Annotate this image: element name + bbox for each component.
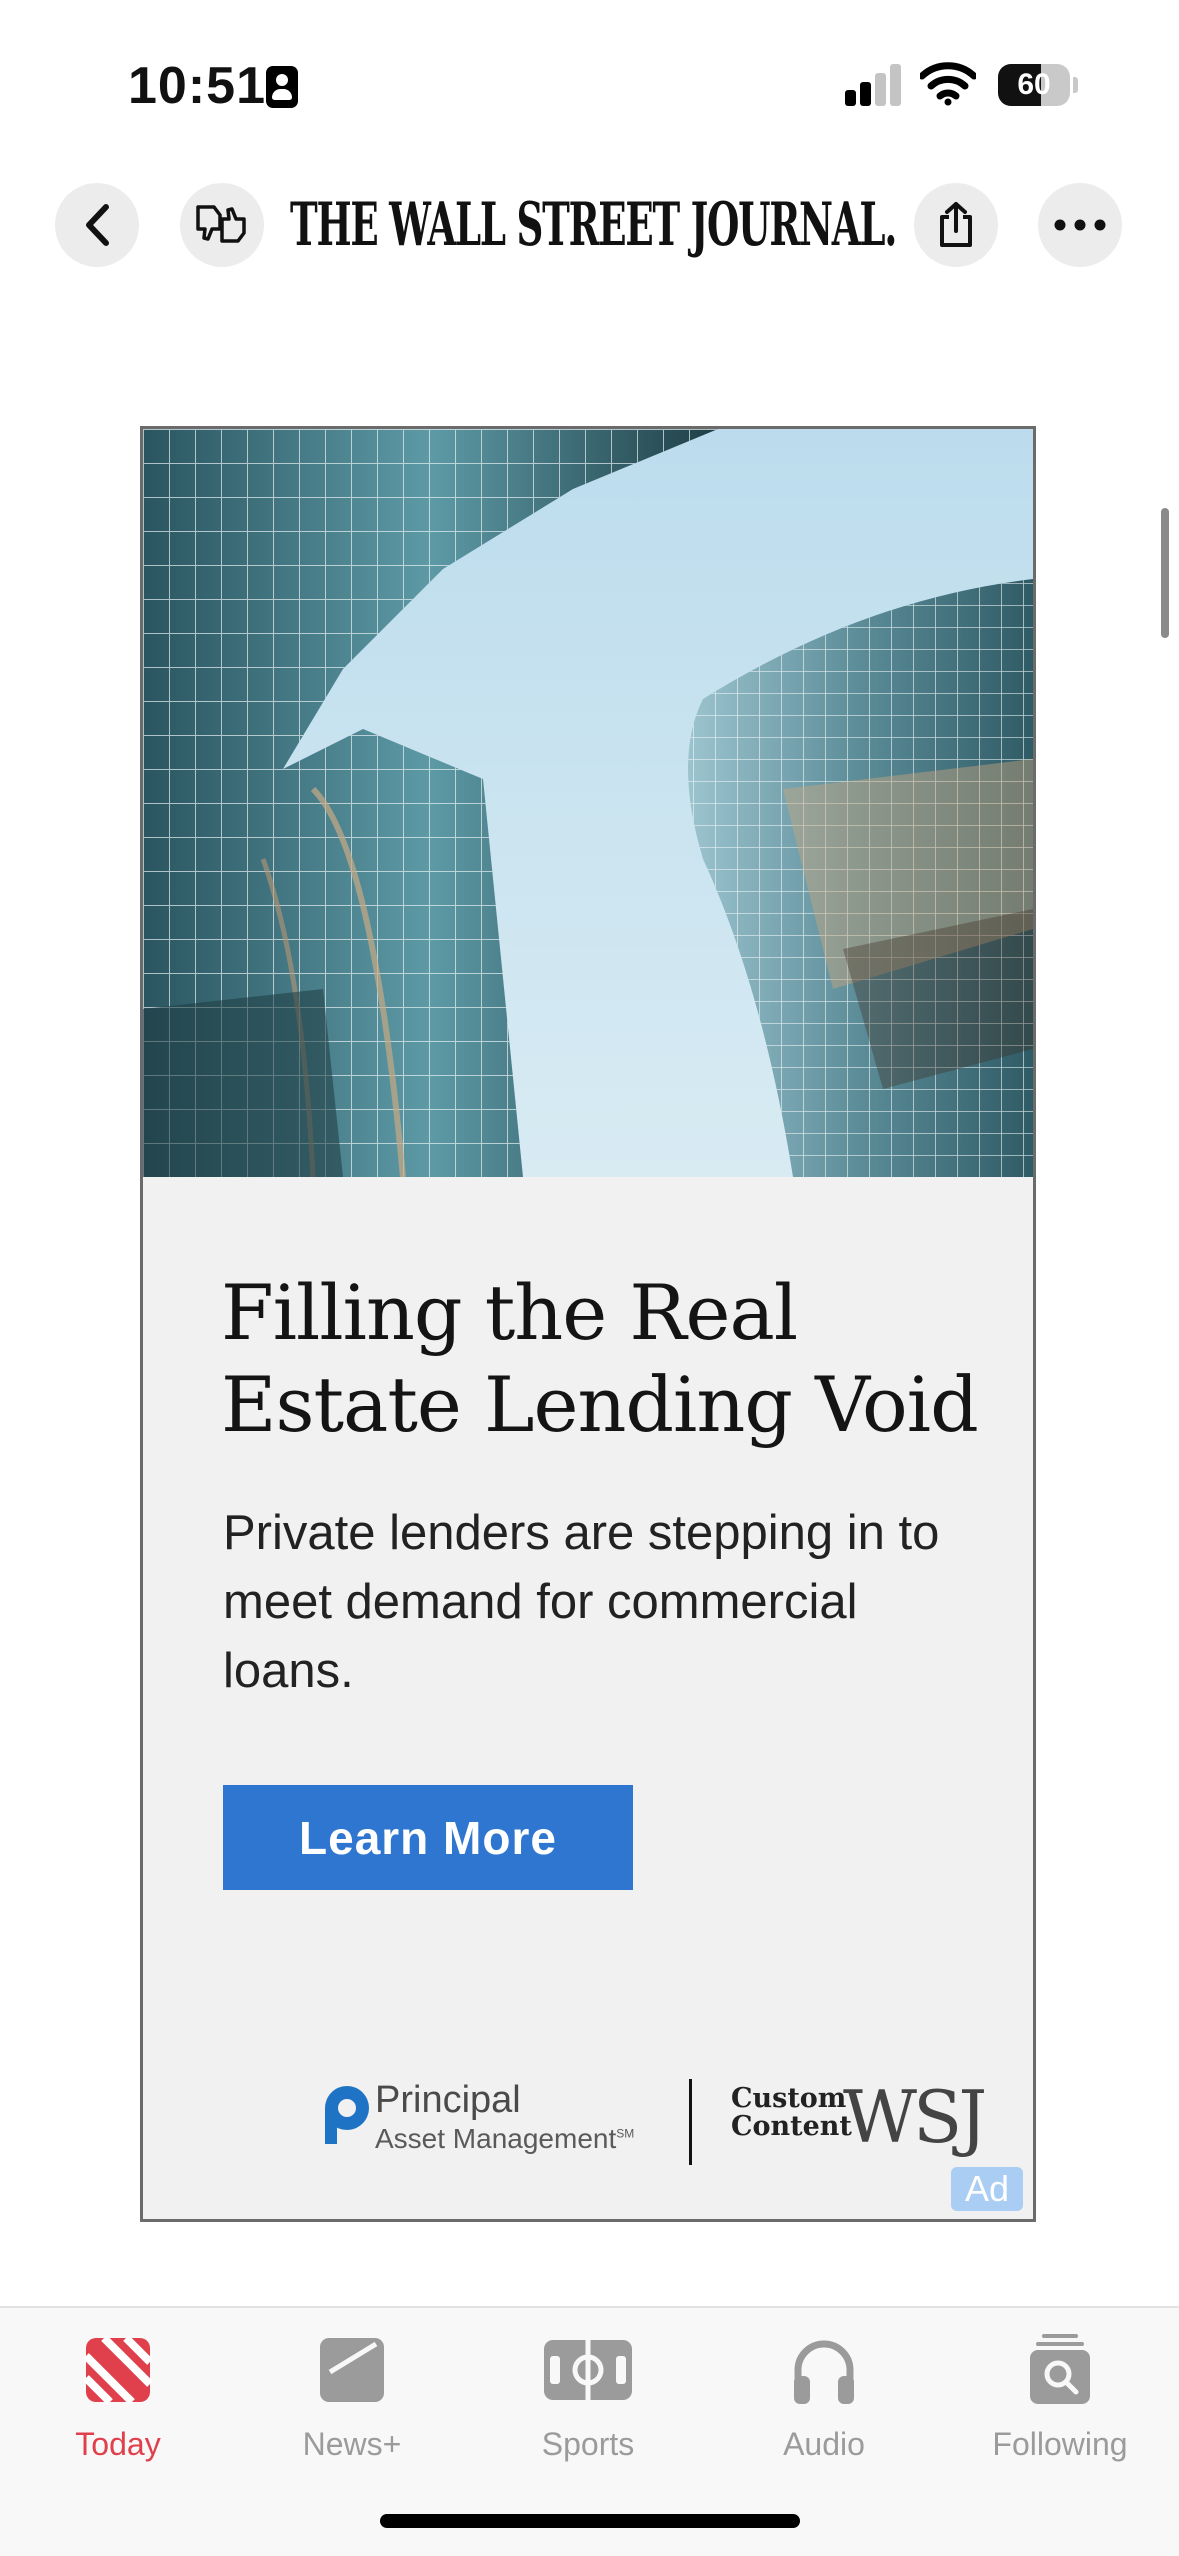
suggest-more-less-button[interactable] [180,183,264,267]
principal-logo-icon [325,2086,369,2144]
sponsor-subtitle: Asset ManagementSM [375,2123,635,2154]
battery-percent: 60 [1017,68,1051,101]
following-icon [1030,2334,1090,2404]
status-time: 10:51 [128,57,266,115]
article-header: THE WALL STREET JOURNAL. [0,170,1179,280]
learn-more-button[interactable]: Learn More [223,1785,633,1890]
tab-audio[interactable]: Audio [724,2326,924,2466]
wifi-icon [920,62,976,106]
chevron-left-icon [86,204,109,246]
thumbs-up-down-icon [196,205,246,243]
contact-card-icon [266,66,298,108]
status-bar: 10:51 60 [0,0,1179,170]
news-plus-icon [320,2338,384,2402]
cellular-signal-icon [845,62,903,106]
share-icon [940,202,972,247]
tab-news-plus[interactable]: News+ [252,2326,452,2466]
tab-today[interactable]: Today [18,2326,218,2466]
ad-badge[interactable]: Ad [951,2167,1023,2211]
sports-icon [544,2340,632,2400]
sponsor-name: Principal [375,2079,521,2121]
wsj-logo: WSJ [843,2075,987,2159]
ad-headline: Filling the Real Estate Lending Void [221,1268,979,1449]
share-button[interactable] [914,183,998,267]
news-icon [83,2335,153,2405]
advertisement-card[interactable]: Filling the Real Estate Lending Void Pri… [140,426,1036,2222]
battery-icon: 60 [998,64,1078,106]
ellipsis-icon [1054,219,1106,231]
sponsor-divider [689,2079,692,2165]
ad-body-text: Private lenders are stepping in to meet … [223,1506,940,1698]
more-options-button[interactable] [1038,183,1122,267]
publication-masthead: THE WALL STREET JOURNAL. [290,190,897,260]
home-indicator[interactable] [380,2514,800,2528]
skyscrapers-photo [143,429,1033,1177]
custom-content-label: Custom Content [731,2083,852,2142]
tab-following[interactable]: Following [960,2326,1160,2466]
sponsor-logos: Principal Asset ManagementSM Custom Cont… [323,2075,987,2179]
back-button[interactable] [55,183,139,267]
headphones-icon [794,2340,854,2404]
scrollbar[interactable] [1161,508,1169,638]
tab-sports[interactable]: Sports [488,2326,688,2466]
